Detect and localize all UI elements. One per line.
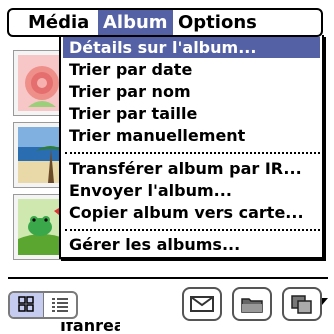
copy-button[interactable] bbox=[282, 287, 322, 321]
menu-item-sort-manually[interactable]: Trier manuellement bbox=[63, 125, 320, 146]
menu-album[interactable]: Album bbox=[98, 10, 173, 35]
menu-item-sort-by-date[interactable]: Trier par date bbox=[63, 59, 320, 80]
menu-item-album-details[interactable]: Détails sur l'album... bbox=[63, 37, 320, 58]
album-dropdown-menu: Détails sur l'album... Trier par date Tr… bbox=[59, 35, 324, 259]
menu-item-sort-by-name[interactable]: Trier par nom bbox=[63, 81, 320, 102]
copy-icon bbox=[291, 295, 312, 314]
menu-item-copy-album-to-card[interactable]: Copier album vers carte... bbox=[63, 202, 320, 223]
folder-icon bbox=[241, 298, 263, 313]
menu-options[interactable]: Options bbox=[173, 10, 262, 35]
menu-bar: Média Album Options bbox=[7, 8, 323, 37]
thumbnail-view-icon bbox=[18, 296, 34, 312]
send-mail-button[interactable] bbox=[182, 287, 222, 321]
bottom-toolbar: Ifanrea bbox=[0, 277, 334, 334]
cut-off-caption-text: Ifanrea bbox=[60, 322, 120, 332]
menu-item-beam-album[interactable]: Transférer album par IR... bbox=[63, 158, 320, 179]
menu-media[interactable]: Média bbox=[23, 10, 94, 35]
envelope-icon bbox=[190, 296, 214, 312]
open-folder-button[interactable] bbox=[232, 287, 272, 321]
list-view-icon bbox=[52, 298, 68, 312]
menu-item-send-album[interactable]: Envoyer l'album... bbox=[63, 180, 320, 201]
menu-separator bbox=[65, 229, 320, 231]
menu-separator bbox=[65, 152, 320, 154]
toolbar-divider bbox=[8, 277, 328, 279]
menu-item-sort-by-size[interactable]: Trier par taille bbox=[63, 103, 320, 124]
list-view-button[interactable] bbox=[44, 293, 76, 317]
cut-off-caption: Ifanrea bbox=[60, 322, 120, 332]
photo-album-screen: Ifanrea Média Album Options Détails sur … bbox=[0, 0, 334, 334]
view-toggle bbox=[8, 291, 78, 319]
thumbnail-view-button[interactable] bbox=[10, 293, 44, 317]
menu-item-manage-albums[interactable]: Gérer les albums... bbox=[63, 234, 320, 255]
